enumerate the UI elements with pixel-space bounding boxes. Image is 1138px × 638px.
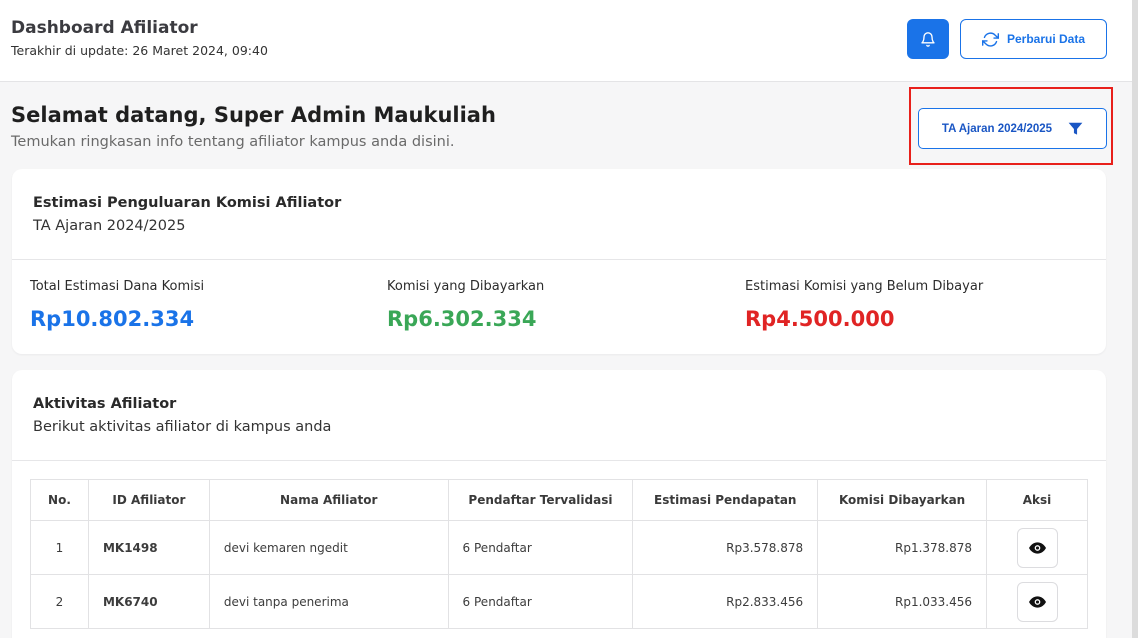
commission-card-title: Estimasi Penguluaran Komisi Afiliator (33, 195, 342, 211)
row-affiliate-id: MK6740 (87, 574, 210, 629)
stat-value-total: Rp10.802.334 (30, 307, 195, 331)
affiliate-table: No. ID Afiliator Nama Afiliator Pendafta… (30, 479, 1088, 629)
table-row: 1 MK1498 devi kemaren ngedit 6 Pendaftar… (30, 520, 1088, 575)
card-divider (12, 259, 1106, 260)
stat-label-paid: Komisi yang Dibayarkan (387, 279, 545, 294)
row-affiliate-name: devi kemaren ngedit (208, 520, 449, 575)
welcome-subtitle: Temukan ringkasan info tentang afiliator… (11, 134, 455, 150)
row-no: 1 (30, 520, 89, 575)
activity-card-subtitle: Berikut aktivitas afiliator di kampus an… (33, 419, 332, 435)
column-header-paid: Komisi Dibayarkan (817, 479, 988, 521)
row-registrants: 6 Pendaftar (447, 520, 634, 575)
row-estimated-income: Rp3.578.878 (632, 520, 819, 575)
row-commission-paid: Rp1.378.878 (817, 520, 988, 575)
refresh-data-button[interactable]: Perbarui Data (960, 19, 1107, 59)
row-affiliate-name: devi tanpa penerima (208, 574, 449, 629)
refresh-button-label: Perbarui Data (1006, 32, 1086, 46)
refresh-icon (981, 31, 999, 47)
row-action-cell (986, 520, 1088, 575)
column-header-no: No. (30, 479, 89, 521)
row-estimated-income: Rp2.833.456 (632, 574, 819, 629)
column-header-action: Aksi (986, 479, 1088, 521)
row-no: 2 (30, 574, 89, 629)
column-header-name: Nama Afiliator (208, 479, 449, 521)
eye-icon (1028, 541, 1046, 554)
page-scrollbar[interactable] (1132, 0, 1138, 638)
card-divider (12, 460, 1106, 461)
stat-label-total: Total Estimasi Dana Komisi (30, 279, 205, 294)
affiliate-activity-card: Aktivitas Afiliator Berikut aktivitas af… (12, 370, 1106, 638)
eye-icon (1028, 595, 1046, 608)
row-commission-paid: Rp1.033.456 (817, 574, 988, 629)
last-update-text: Terakhir di update: 26 Maret 2024, 09:40 (11, 43, 268, 58)
academic-year-filter-button[interactable]: TA Ajaran 2024/2025 (918, 108, 1107, 149)
activity-card-title: Aktivitas Afiliator (33, 396, 177, 412)
scrollbar-thumb[interactable] (1132, 0, 1138, 638)
notification-button[interactable] (907, 19, 949, 59)
row-action-cell (986, 574, 1088, 629)
welcome-title: Selamat datang, Super Admin Maukuliah (11, 103, 496, 127)
view-detail-button[interactable] (1016, 581, 1058, 622)
stat-value-paid: Rp6.302.334 (387, 307, 537, 331)
row-registrants: 6 Pendaftar (447, 574, 634, 629)
view-detail-button[interactable] (1016, 527, 1058, 568)
filter-button-label: TA Ajaran 2024/2025 (941, 122, 1053, 135)
stat-value-unpaid: Rp4.500.000 (745, 307, 895, 331)
filter-icon (1068, 122, 1083, 135)
commission-card-subtitle: TA Ajaran 2024/2025 (33, 218, 186, 234)
commission-estimate-card: Estimasi Penguluaran Komisi Afiliator TA… (12, 169, 1106, 354)
page-title: Dashboard Afiliator (11, 18, 198, 38)
column-header-estimated: Estimasi Pendapatan (632, 479, 819, 521)
bell-icon (921, 31, 935, 47)
column-header-registrants: Pendaftar Tervalidasi (447, 479, 634, 521)
table-header-row: No. ID Afiliator Nama Afiliator Pendafta… (30, 479, 1088, 521)
table-row: 2 MK6740 devi tanpa penerima 6 Pendaftar… (30, 574, 1088, 629)
row-affiliate-id: MK1498 (87, 520, 210, 575)
top-bar: Dashboard Afiliator Terakhir di update: … (0, 0, 1132, 82)
column-header-id: ID Afiliator (87, 479, 210, 521)
stat-label-unpaid: Estimasi Komisi yang Belum Dibayar (745, 279, 984, 294)
